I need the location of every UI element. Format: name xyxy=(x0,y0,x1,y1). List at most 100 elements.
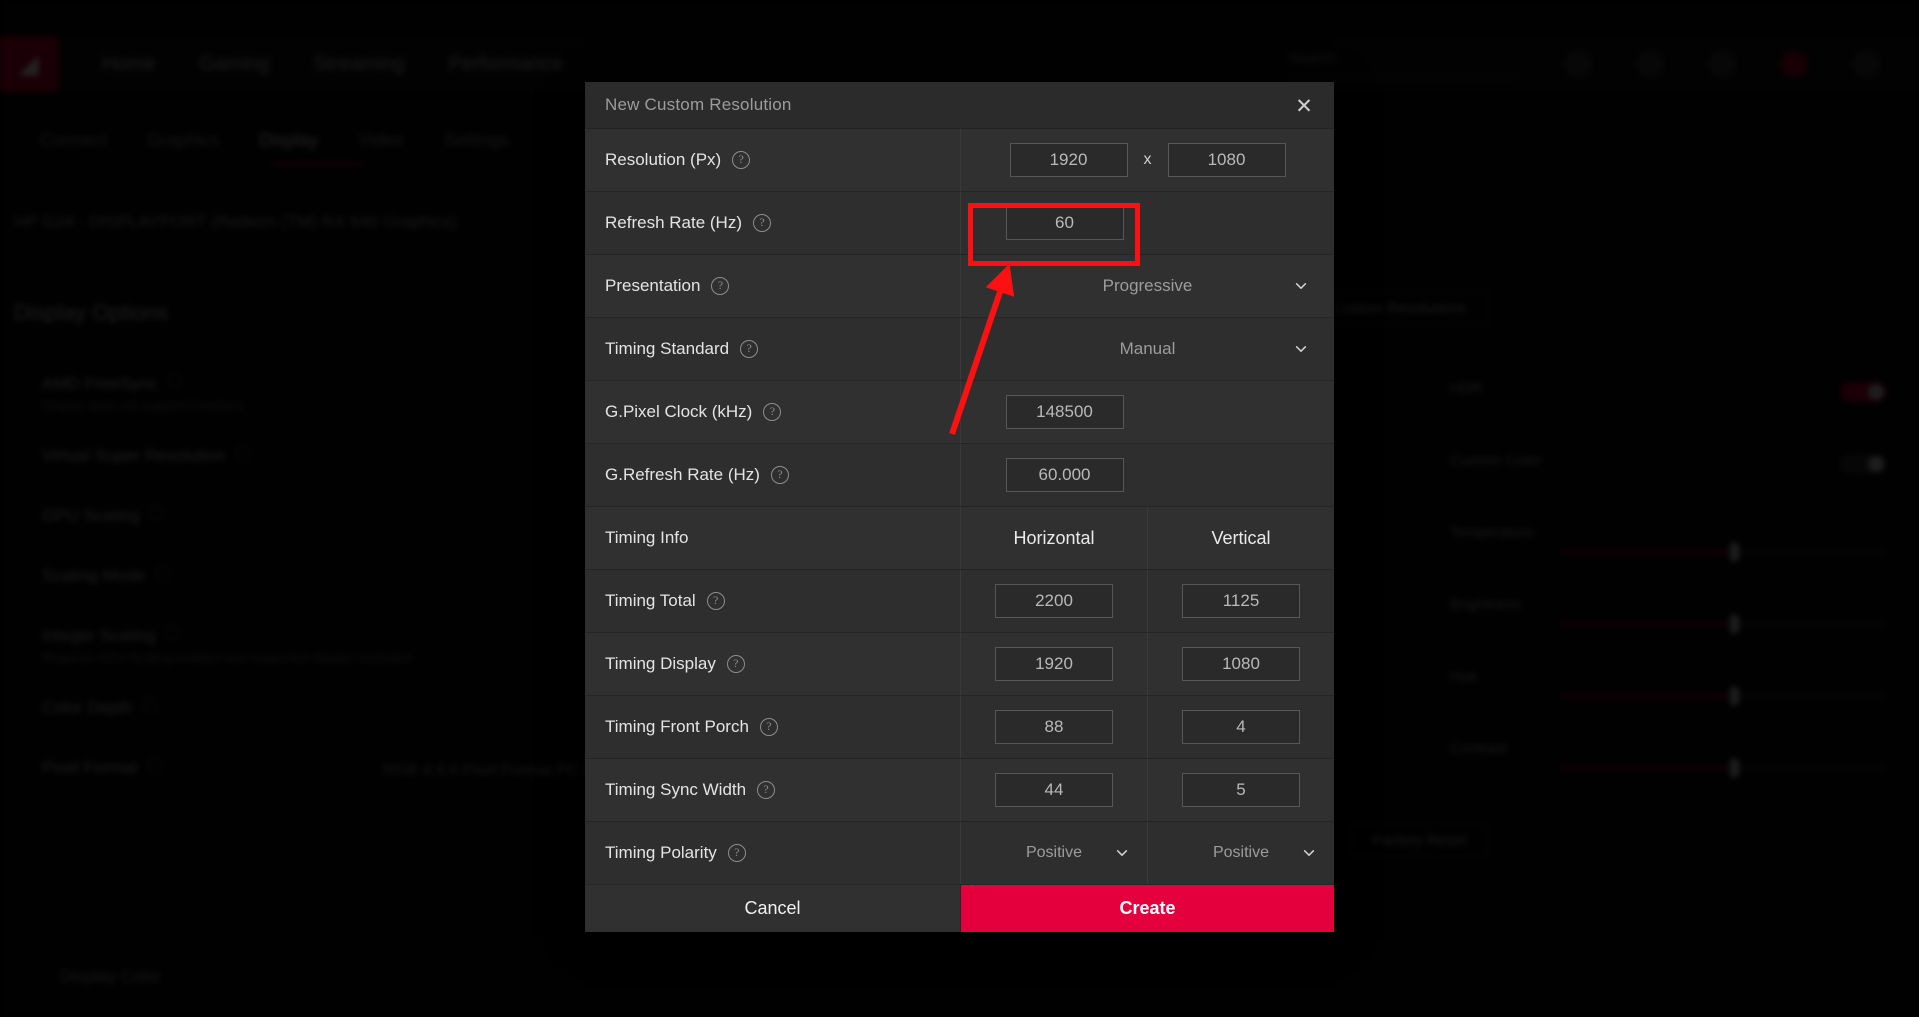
help-icon[interactable]: ? xyxy=(763,403,781,421)
help-icon[interactable]: ? xyxy=(732,151,750,169)
chevron-down-icon xyxy=(1115,846,1129,860)
resolution-separator: x xyxy=(1144,151,1152,169)
g-refresh-rate-label: G.Refresh Rate (Hz) xyxy=(605,465,760,485)
row-refresh-rate: Refresh Rate (Hz) ? 60 xyxy=(585,192,1334,255)
row-timing-polarity: Timing Polarity ? Positive Positive xyxy=(585,822,1334,885)
label-cell: G.Pixel Clock (kHz) ? xyxy=(585,381,961,443)
presentation-dropdown[interactable]: Progressive xyxy=(961,255,1334,317)
label-cell: Timing Polarity ? xyxy=(585,822,961,884)
help-icon[interactable]: ? xyxy=(728,844,746,862)
label-cell: Timing Info xyxy=(585,507,961,569)
create-button[interactable]: Create xyxy=(961,885,1334,932)
refresh-rate-input[interactable]: 60 xyxy=(1006,206,1124,240)
timing-display-label: Timing Display xyxy=(605,654,716,674)
timing-standard-label: Timing Standard xyxy=(605,339,729,359)
help-icon[interactable]: ? xyxy=(711,277,729,295)
help-icon[interactable]: ? xyxy=(760,718,778,736)
timing-front-porch-vertical-input[interactable]: 4 xyxy=(1182,710,1300,744)
timing-display-horizontal-cell: 1920 xyxy=(961,633,1148,695)
pixel-clock-value-cell: 148500 xyxy=(961,381,1334,443)
row-timing-standard: Timing Standard ? Manual xyxy=(585,318,1334,381)
row-timing-total: Timing Total ? 2200 1125 xyxy=(585,570,1334,633)
chevron-down-icon xyxy=(1294,342,1308,356)
horizontal-header-text: Horizontal xyxy=(1013,528,1094,549)
resolution-label: Resolution (Px) xyxy=(605,150,721,170)
dialog-footer: Cancel Create xyxy=(585,885,1334,932)
timing-standard-value: Manual xyxy=(1120,339,1176,359)
label-cell: Timing Display ? xyxy=(585,633,961,695)
label-cell: Timing Standard ? xyxy=(585,318,961,380)
row-timing-front-porch: Timing Front Porch ? 88 4 xyxy=(585,696,1334,759)
row-g-refresh-rate: G.Refresh Rate (Hz) ? 60.000 xyxy=(585,444,1334,507)
timing-standard-value-cell: Manual xyxy=(961,318,1334,380)
timing-polarity-horizontal-cell: Positive xyxy=(961,822,1148,884)
timing-display-vertical-cell: 1080 xyxy=(1148,633,1334,695)
timing-info-label: Timing Info xyxy=(605,528,688,548)
label-cell: Timing Sync Width ? xyxy=(585,759,961,821)
timing-sync-width-vertical-cell: 5 xyxy=(1148,759,1334,821)
label-cell: Presentation ? xyxy=(585,255,961,317)
pixel-clock-label: G.Pixel Clock (kHz) xyxy=(605,402,752,422)
row-timing-info: Timing Info Horizontal Vertical xyxy=(585,507,1334,570)
g-refresh-rate-input[interactable]: 60.000 xyxy=(1006,458,1124,492)
timing-front-porch-vertical-cell: 4 xyxy=(1148,696,1334,758)
timing-total-label: Timing Total xyxy=(605,591,696,611)
timing-info-horizontal-header: Horizontal xyxy=(961,507,1148,569)
help-icon[interactable]: ? xyxy=(771,466,789,484)
cancel-button[interactable]: Cancel xyxy=(585,885,961,932)
timing-sync-width-label: Timing Sync Width xyxy=(605,780,746,800)
row-presentation: Presentation ? Progressive xyxy=(585,255,1334,318)
label-cell: G.Refresh Rate (Hz) ? xyxy=(585,444,961,506)
chevron-down-icon xyxy=(1302,846,1316,860)
timing-polarity-vertical-dropdown[interactable]: Positive xyxy=(1148,822,1334,884)
timing-display-vertical-input[interactable]: 1080 xyxy=(1182,647,1300,681)
help-icon[interactable]: ? xyxy=(757,781,775,799)
pixel-clock-input[interactable]: 148500 xyxy=(1006,395,1124,429)
label-cell: Resolution (Px) ? xyxy=(585,129,961,191)
timing-polarity-horizontal-dropdown[interactable]: Positive xyxy=(961,822,1147,884)
g-refresh-rate-value-cell: 60.000 xyxy=(961,444,1334,506)
timing-sync-width-horizontal-cell: 44 xyxy=(961,759,1148,821)
resolution-width-input[interactable]: 1920 xyxy=(1010,143,1128,177)
help-icon[interactable]: ? xyxy=(707,592,725,610)
vertical-header-text: Vertical xyxy=(1211,528,1270,549)
timing-sync-width-vertical-input[interactable]: 5 xyxy=(1182,773,1300,807)
close-icon[interactable]: ✕ xyxy=(1286,88,1322,124)
refresh-rate-label: Refresh Rate (Hz) xyxy=(605,213,742,233)
resolution-height-input[interactable]: 1080 xyxy=(1168,143,1286,177)
timing-front-porch-horizontal-cell: 88 xyxy=(961,696,1148,758)
row-timing-display: Timing Display ? 1920 1080 xyxy=(585,633,1334,696)
timing-sync-width-horizontal-input[interactable]: 44 xyxy=(995,773,1113,807)
help-icon[interactable]: ? xyxy=(753,214,771,232)
refresh-rate-value-cell: 60 xyxy=(961,192,1334,254)
row-pixel-clock: G.Pixel Clock (kHz) ? 148500 xyxy=(585,381,1334,444)
timing-total-vertical-input[interactable]: 1125 xyxy=(1182,584,1300,618)
timing-front-porch-label: Timing Front Porch xyxy=(605,717,749,737)
presentation-value: Progressive xyxy=(1103,276,1193,296)
label-cell: Timing Total ? xyxy=(585,570,961,632)
label-cell: Refresh Rate (Hz) ? xyxy=(585,192,961,254)
presentation-label: Presentation xyxy=(605,276,700,296)
help-icon[interactable]: ? xyxy=(740,340,758,358)
timing-polarity-vertical-cell: Positive xyxy=(1148,822,1334,884)
chevron-down-icon xyxy=(1294,279,1308,293)
timing-display-horizontal-input[interactable]: 1920 xyxy=(995,647,1113,681)
new-custom-resolution-dialog: New Custom Resolution ✕ Resolution (Px) … xyxy=(585,82,1334,932)
help-icon[interactable]: ? xyxy=(727,655,745,673)
presentation-value-cell: Progressive xyxy=(961,255,1334,317)
row-timing-sync-width: Timing Sync Width ? 44 5 xyxy=(585,759,1334,822)
timing-standard-dropdown[interactable]: Manual xyxy=(961,318,1334,380)
timing-total-horizontal-cell: 2200 xyxy=(961,570,1148,632)
timing-polarity-horizontal-value: Positive xyxy=(1026,844,1082,862)
row-resolution: Resolution (Px) ? 1920 x 1080 xyxy=(585,129,1334,192)
resolution-value-cell: 1920 x 1080 xyxy=(961,129,1334,191)
timing-total-vertical-cell: 1125 xyxy=(1148,570,1334,632)
dialog-header: New Custom Resolution ✕ xyxy=(585,82,1334,129)
timing-polarity-vertical-value: Positive xyxy=(1213,844,1269,862)
timing-polarity-label: Timing Polarity xyxy=(605,843,717,863)
timing-front-porch-horizontal-input[interactable]: 88 xyxy=(995,710,1113,744)
timing-info-vertical-header: Vertical xyxy=(1148,507,1334,569)
label-cell: Timing Front Porch ? xyxy=(585,696,961,758)
timing-total-horizontal-input[interactable]: 2200 xyxy=(995,584,1113,618)
dialog-title: New Custom Resolution xyxy=(585,95,792,115)
